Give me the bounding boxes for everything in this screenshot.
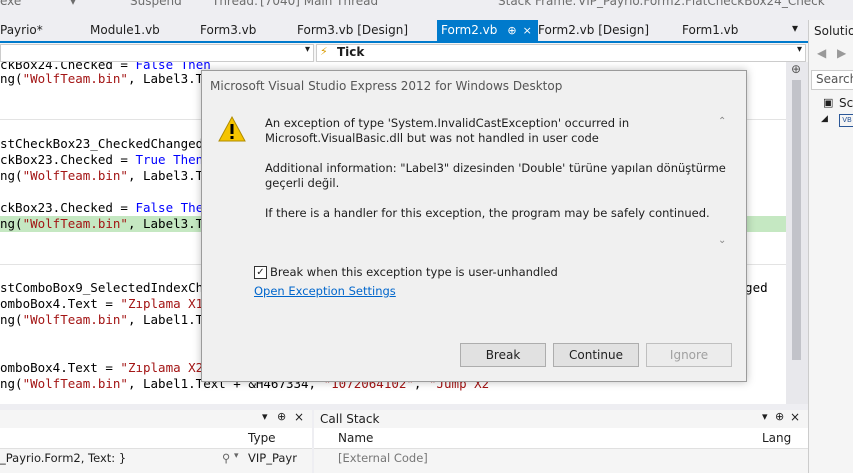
additional-info-line: Additional information: "Label3" dizesin… <box>265 161 726 175</box>
break-on-exception-checkbox[interactable]: ✓ <box>254 266 267 279</box>
panel-menu-icon[interactable]: ▾ <box>262 410 268 423</box>
tab-overflow-icon[interactable]: ▾ <box>792 21 798 39</box>
header-name: Name <box>338 431 374 445</box>
stack-frame-label: Stack Frame: <box>498 0 577 8</box>
header-language: Lang <box>762 431 792 445</box>
tab-form3-design[interactable]: Form3.vb [Design] <box>297 23 408 41</box>
magnifier-icon[interactable]: ⚲ <box>222 451 230 465</box>
pin-icon[interactable]: ⊕ <box>277 410 286 423</box>
call-stack-header: Name Lang <box>314 428 808 449</box>
close-icon[interactable]: × <box>294 410 304 424</box>
tab-form2-design[interactable]: Form2.vb [Design] <box>538 23 649 41</box>
message-scrollbar[interactable]: ⌃ ⌄ <box>717 116 729 246</box>
call-stack-panel: Call Stack ▾ ⊕ × Name Lang [External Cod… <box>314 410 808 473</box>
locals-panel: ▾ ⊕ × Type _Payrio.Form2, Text: } ⚲ ▾ VI… <box>0 410 312 473</box>
code-line: ckBox23.Checked = True Then <box>0 152 204 167</box>
chevron-down-icon: ▾ <box>796 44 802 55</box>
close-icon[interactable]: × <box>790 410 800 424</box>
member-combo-value: Tick <box>337 45 365 59</box>
dialog-title: Microsoft Visual Studio Express 2012 for… <box>210 79 563 93</box>
tab-form3[interactable]: Form3.vb <box>200 23 256 41</box>
exception-message-box: An exception of type 'System.InvalidCast… <box>202 104 746 259</box>
code-line: omboBox4.Text = "Zıplama X1" Th <box>0 296 233 311</box>
thread-combo[interactable]: [7040] Main Thread <box>260 0 378 8</box>
back-icon[interactable]: ◀ <box>817 46 826 60</box>
tab-form1[interactable]: Form1.vb <box>682 23 738 41</box>
pin-icon[interactable]: ⊕ <box>507 24 516 37</box>
locals-row-name[interactable]: _Payrio.Form2, Text: } <box>0 451 126 465</box>
navigation-bar: ▾ ⚡ Tick ▾ <box>0 43 808 63</box>
chevron-down-icon[interactable]: ▾ <box>234 451 239 461</box>
code-line: stCheckBox23_CheckedChanged(s <box>0 136 219 151</box>
scroll-up-icon[interactable]: ⌃ <box>718 116 726 127</box>
panel-menu-icon[interactable]: ▾ <box>762 410 768 423</box>
locals-row-type: VIP_Payr <box>248 451 297 465</box>
code-line: omboBox4.Text = "Zıplama X2" Th <box>0 360 233 375</box>
solution-icon: ▣ <box>823 96 834 109</box>
tab-module1[interactable]: Module1.vb <box>90 23 160 41</box>
chevron-down-icon: ▾ <box>304 44 310 55</box>
expand-arrow-icon[interactable]: ◢ <box>821 114 828 124</box>
code-line: stComboBox9_SelectedIndexChan <box>0 280 219 295</box>
forward-icon[interactable]: ▶ <box>837 46 846 60</box>
class-combo[interactable]: ▾ <box>0 44 314 62</box>
suspend-button[interactable]: Suspend <box>130 0 182 8</box>
break-on-exception-label: Break when this exception type is user-u… <box>270 265 558 279</box>
header-type: Type <box>248 431 276 445</box>
solution-explorer: Solution ◀ ▶ Search ▣ Sc ◢ VB <box>808 20 853 473</box>
tab-form2[interactable]: Form2.vb ⊕ × <box>437 20 538 41</box>
solution-title: Solution <box>814 24 853 38</box>
code-line: ng("WolfTeam.bin", Label3.Tex <box>0 71 219 86</box>
member-combo[interactable]: ⚡ Tick ▾ <box>316 44 806 62</box>
event-icon: ⚡ <box>320 45 328 58</box>
solution-search-box[interactable]: Search <box>811 70 853 90</box>
scrollbar-thumb[interactable] <box>792 80 801 360</box>
break-button[interactable]: Break <box>460 343 546 367</box>
scroll-down-icon[interactable]: ⌄ <box>718 235 726 246</box>
tab-form2-label: Form2.vb <box>441 23 498 37</box>
continue-button[interactable]: Continue <box>553 343 639 367</box>
tab-payrio[interactable]: Payrio* <box>0 23 43 41</box>
call-stack-title: Call Stack <box>320 412 380 426</box>
solution-item[interactable]: Sc <box>839 96 853 110</box>
solution-search-placeholder: Search <box>816 72 853 86</box>
code-line: ckBox23.Checked = False Then <box>0 200 211 215</box>
split-icon[interactable]: ⊕ <box>791 62 801 76</box>
additional-info-line: geçerli değil. <box>265 176 340 190</box>
vb-project-icon: VB <box>839 114 853 127</box>
code-line: ng("WolfTeam.bin", Label3.Tex <box>0 168 219 183</box>
ignore-button[interactable]: Ignore <box>646 343 732 367</box>
document-tabs: Payrio* Module1.vb Form3.vb Form3.vb [De… <box>0 20 808 43</box>
stack-frame-combo[interactable]: VIP_Payrio.Form2.FlatCheckBox24_Check <box>578 0 825 8</box>
pin-icon[interactable]: ⊕ <box>775 410 784 423</box>
target-combo[interactable]: exe <box>0 0 21 8</box>
handler-info-line: If there is a handler for this exception… <box>265 206 710 220</box>
exception-dialog: Microsoft Visual Studio Express 2012 for… <box>201 70 747 382</box>
debug-toolbar: exe ▾ Suspend Thread: [7040] Main Thread… <box>0 0 853 20</box>
toolbar-dropdown-arrow[interactable]: ▾ <box>70 0 76 8</box>
call-stack-row[interactable]: [External Code] <box>338 451 428 465</box>
open-exception-settings-link[interactable]: Open Exception Settings <box>254 284 396 298</box>
code-line: ng("WolfTeam.bin", Label1.Tex <box>0 312 219 327</box>
exception-line: An exception of type 'System.InvalidCast… <box>265 116 630 130</box>
warning-icon <box>218 115 246 142</box>
thread-label: Thread: <box>212 0 259 8</box>
locals-header: Type <box>0 428 312 449</box>
editor-scrollbar[interactable]: ⊕ <box>786 62 808 404</box>
close-icon[interactable]: × <box>523 24 532 37</box>
exception-line: Microsoft.VisualBasic.dll but was not ha… <box>265 131 599 145</box>
